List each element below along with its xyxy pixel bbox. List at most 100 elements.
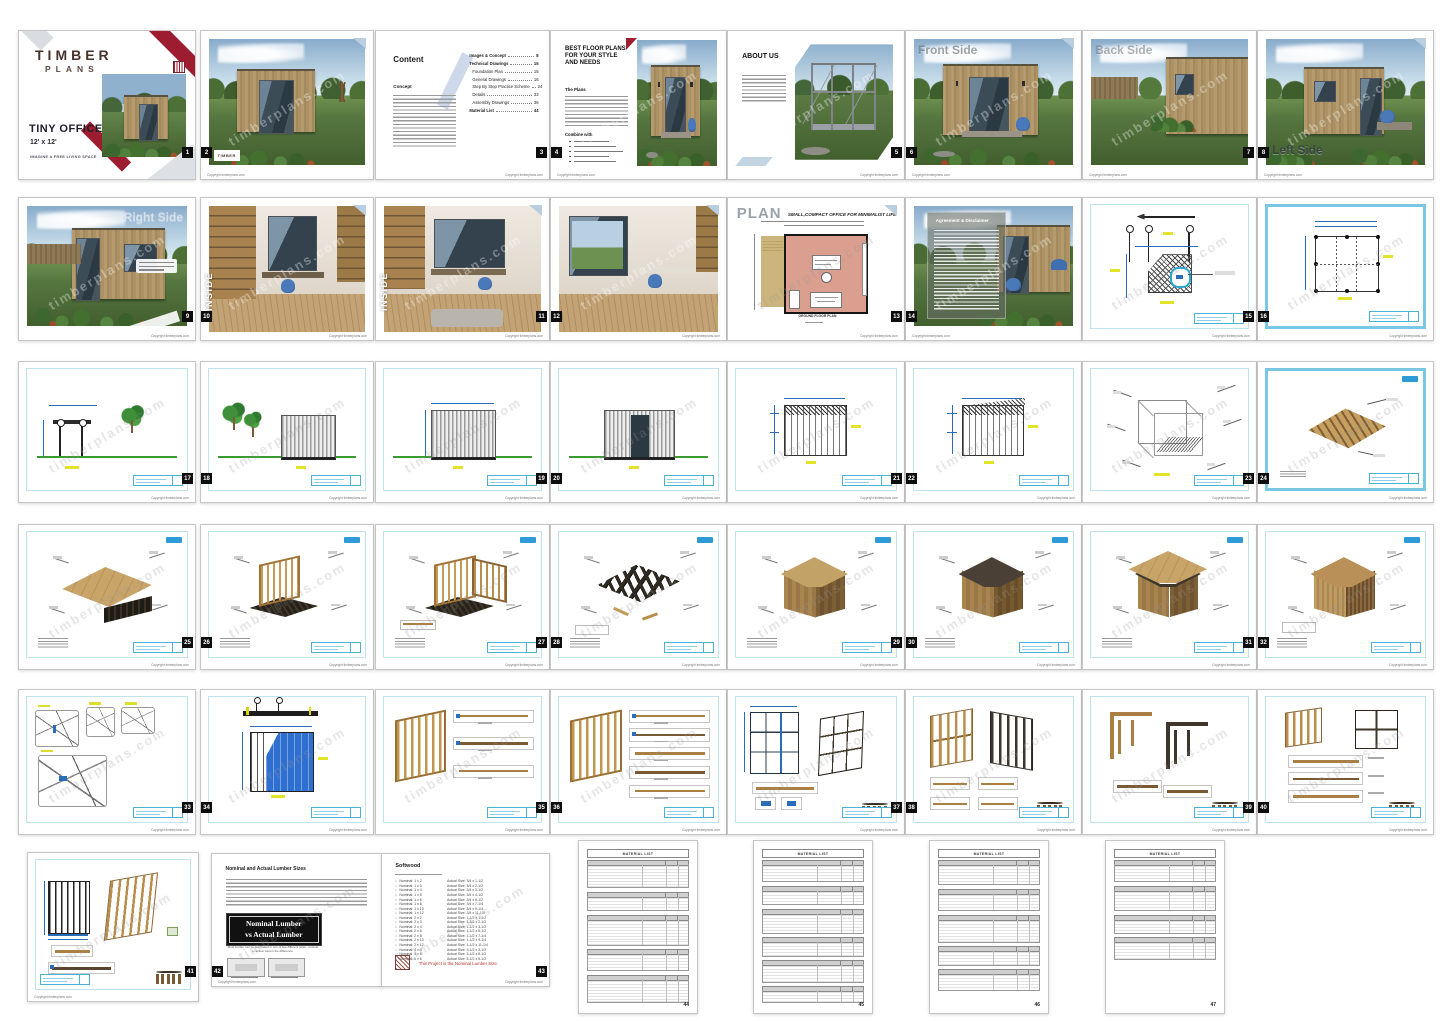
green-chip bbox=[167, 927, 178, 936]
inside-label: INSIDE bbox=[204, 272, 214, 311]
mark bbox=[1193, 941, 1194, 958]
page-disclaimer[interactable]: Agreement & Disclaimertimberplans.comCop… bbox=[905, 197, 1082, 341]
page-step-sheathing-1[interactable]: timberplans.comCopyright timberplans.com bbox=[727, 524, 905, 670]
toc-leader bbox=[505, 72, 532, 73]
actual-size: Actual Size: 3/4 x 2-1/2 bbox=[447, 884, 483, 888]
page-number-badge: 4 bbox=[551, 147, 562, 158]
page-inside-1[interactable]: INSIDEtimberplans.comCopyright timberpla… bbox=[200, 197, 374, 341]
lounge-chair bbox=[1380, 110, 1394, 124]
banner-title: Nominal Lumber bbox=[227, 919, 322, 928]
mark bbox=[993, 950, 994, 965]
copyright-text: Copyright timberplans.com bbox=[860, 496, 898, 500]
page-back-side[interactable]: Back Sidetimberplans.comCopyright timber… bbox=[1082, 30, 1257, 180]
detail-callout-box bbox=[38, 755, 107, 807]
page-elevation-2[interactable]: timberplans.comCopyright timberplans.com bbox=[200, 361, 374, 503]
photo bbox=[795, 44, 894, 159]
title-block bbox=[1019, 475, 1069, 486]
page-inside-3[interactable]: timberplans.comCopyright timberplans.com bbox=[550, 197, 727, 341]
pile-point bbox=[1376, 235, 1380, 239]
actual-size: Actual Size: 3-1/2 x 5-1/2 bbox=[447, 952, 486, 956]
page-step-cladding[interactable]: timberplans.comCopyright timberplans.com bbox=[1257, 524, 1434, 670]
leader-label bbox=[1213, 604, 1222, 607]
mark bbox=[1169, 919, 1170, 934]
part-box bbox=[1163, 785, 1212, 798]
page-elevation-3[interactable]: timberplans.comCopyright timberplans.com bbox=[375, 361, 550, 503]
page-foundation-detail[interactable]: timberplans.comCopyright timberplans.com bbox=[1082, 197, 1257, 341]
page-assembly-walls-4[interactable]: timberplans.comCopyright timberplans.com bbox=[905, 689, 1082, 835]
page-number-badge: 9 bbox=[182, 311, 193, 322]
page-plan[interactable]: PLANSMALL,COMPACT OFFICE FOR MINIMALIST … bbox=[727, 197, 905, 341]
plants bbox=[917, 132, 1070, 165]
page-inside-2[interactable]: INSIDEtimberplans.comCopyright timberpla… bbox=[375, 197, 550, 341]
page-material-list-1[interactable]: MATERIAL LIST44 bbox=[578, 840, 698, 1014]
page-left-side[interactable]: Left Sidetimberplans.comCopyright timber… bbox=[1257, 30, 1434, 180]
frame-post bbox=[831, 63, 833, 130]
page-material-list-2[interactable]: MATERIAL LIST45 bbox=[753, 840, 873, 1014]
page-nominal-lumber[interactable]: Nominal and Actual Lumber SizesNominal L… bbox=[211, 853, 382, 987]
page-assembly-wall-1[interactable]: timberplans.comCopyright timberplans.com bbox=[375, 689, 550, 835]
clip-mark bbox=[761, 801, 771, 806]
page-elevation-4[interactable]: timberplans.comCopyright timberplans.com bbox=[550, 361, 727, 503]
page-assembly-corner[interactable]: timberplans.comCopyright timberplans.com bbox=[1082, 689, 1257, 835]
lumber-part bbox=[1293, 795, 1359, 798]
toc-row: General Drawings16 bbox=[472, 77, 538, 82]
mark bbox=[1029, 893, 1030, 910]
page-step-roof-frame[interactable]: timberplans.comCopyright timberplans.com bbox=[550, 524, 727, 670]
page-material-list-4[interactable]: MATERIAL LIST47 bbox=[1105, 840, 1225, 1014]
page-about-us[interactable]: ABOUT UStimberplans.comCopyright timberp… bbox=[727, 30, 905, 180]
mark bbox=[490, 482, 514, 483]
page-assembly-frames[interactable]: timberplans.comCopyright timberplans.com bbox=[27, 852, 199, 1002]
leader-label bbox=[758, 606, 767, 609]
page-section-2[interactable]: timberplans.comCopyright timberplans.com bbox=[905, 361, 1082, 503]
part-box bbox=[51, 945, 93, 957]
drawing-frame bbox=[913, 368, 1074, 491]
page-insulation[interactable]: timberplans.comCopyright timberplans.com bbox=[200, 689, 374, 835]
lumber-part bbox=[635, 734, 705, 737]
drawing-frame bbox=[913, 531, 1074, 658]
window-frame bbox=[1355, 710, 1398, 750]
page-step-walls-2[interactable]: timberplans.comCopyright timberplans.com bbox=[375, 524, 550, 670]
mark bbox=[841, 913, 842, 933]
page-foundation-plan[interactable]: timberplans.comCopyright timberplans.com bbox=[1257, 197, 1434, 341]
copyright-text: Copyright timberplans.com bbox=[1037, 663, 1075, 667]
side-label: Right Side bbox=[124, 210, 183, 224]
cover-title: TINY OFFICE bbox=[29, 123, 103, 135]
drawing-frame bbox=[913, 696, 1074, 823]
leader-label bbox=[1223, 420, 1231, 423]
page-cover[interactable]: TIMBERPLANSTINY OFFICE12' x 12'IMAGINE A… bbox=[18, 30, 196, 180]
page-general-3d[interactable]: timberplans.comCopyright timberplans.com bbox=[1082, 361, 1257, 503]
yellow-label bbox=[1028, 425, 1038, 428]
page-elevation-1[interactable]: timberplans.comCopyright timberplans.com bbox=[18, 361, 196, 503]
mark bbox=[1197, 814, 1221, 815]
page-number-badge: 34 bbox=[201, 802, 212, 813]
page-content[interactable]: ContentConceptImages & Concept8Technical… bbox=[375, 30, 550, 180]
table-body bbox=[762, 890, 864, 906]
page-step-floor[interactable]: timberplans.comCopyright timberplans.com bbox=[18, 524, 196, 670]
page-exterior-photo[interactable]: TIMBERtimberplans.comCopyright timberpla… bbox=[200, 30, 374, 180]
copyright-text: Copyright timberplans.com bbox=[682, 334, 720, 338]
dim-line bbox=[44, 881, 45, 935]
page-right-side[interactable]: Right Sidetimberplans.comCopyright timbe… bbox=[18, 197, 196, 341]
mark bbox=[1193, 919, 1194, 934]
page-step-wall-1[interactable]: timberplans.comCopyright timberplans.com bbox=[200, 524, 374, 670]
page-step-sheathing-2[interactable]: timberplans.comCopyright timberplans.com bbox=[905, 524, 1082, 670]
table-body bbox=[938, 973, 1040, 991]
page-assembly-parts[interactable]: timberplans.comCopyright timberplans.com bbox=[1257, 689, 1434, 835]
page-best-floor-plans[interactable]: BEST FLOOR PLANS FOR YOUR STYLE AND NEED… bbox=[550, 30, 727, 180]
mark bbox=[1017, 919, 1018, 942]
page-details[interactable]: timberplans.comCopyright timberplans.com bbox=[18, 689, 196, 835]
page-section-1[interactable]: timberplans.comCopyright timberplans.com bbox=[727, 361, 905, 503]
page-softwood[interactable]: Softwood•Nominal: 1 x 2Actual Size: 3/4 … bbox=[381, 853, 550, 987]
page-assembly-wall-2[interactable]: timberplans.comCopyright timberplans.com bbox=[550, 689, 727, 835]
table-body bbox=[938, 950, 1040, 966]
page-step-roof[interactable]: timberplans.comCopyright timberplans.com bbox=[1082, 524, 1257, 670]
bullet bbox=[569, 146, 571, 147]
leader-label bbox=[1210, 551, 1219, 554]
page-floor-frame-3d[interactable]: timberplans.comCopyright timberplans.com bbox=[1257, 361, 1434, 503]
page-front-side[interactable]: Front Sidetimberplans.comCopyright timbe… bbox=[905, 30, 1082, 180]
page-number-badge: 36 bbox=[551, 802, 562, 813]
page-assembly-walls-3[interactable]: timberplans.comCopyright timberplans.com bbox=[727, 689, 905, 835]
page-material-list-3[interactable]: MATERIAL LIST46 bbox=[929, 840, 1049, 1014]
part-box bbox=[781, 797, 802, 810]
notes-lines bbox=[570, 638, 600, 648]
